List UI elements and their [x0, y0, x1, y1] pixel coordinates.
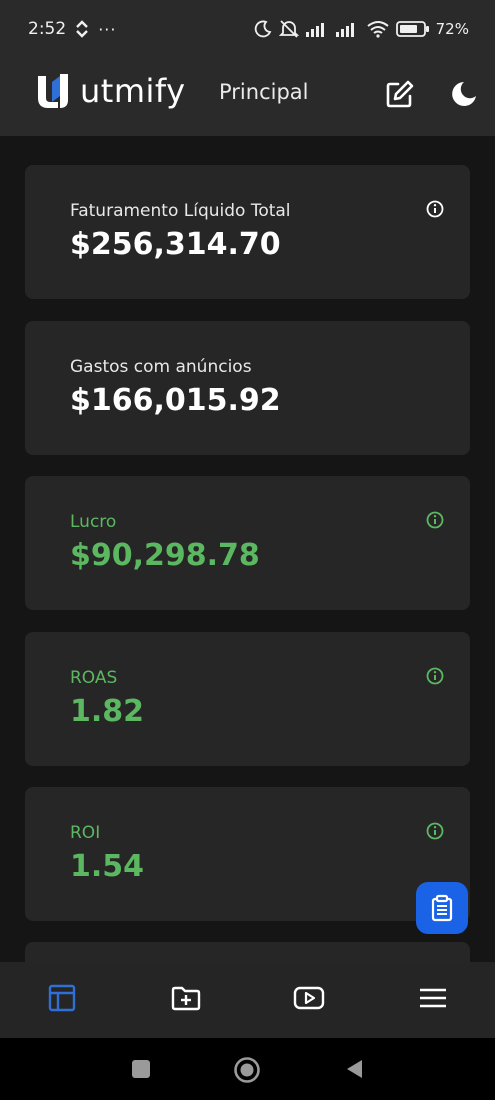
brand-name: utmify	[80, 72, 186, 110]
dnd-moon-icon	[254, 20, 271, 38]
dashboard-content[interactable]: Faturamento Líquido Total $256,314.70 Ga…	[0, 136, 495, 962]
battery-value: 72	[435, 20, 455, 38]
card-partial	[25, 942, 470, 962]
card-label: Faturamento Líquido Total	[70, 201, 291, 221]
system-navigation-bar	[0, 1038, 495, 1100]
card-net-revenue: Faturamento Líquido Total $256,314.70	[25, 165, 470, 299]
battery-icon	[395, 21, 429, 37]
menu-icon[interactable]	[417, 982, 449, 1014]
card-label: Lucro	[70, 512, 117, 532]
battery-percent: 72%	[435, 20, 469, 38]
status-time: 2:52	[28, 19, 67, 39]
info-icon[interactable]	[426, 822, 444, 840]
card-value: $166,015.92	[70, 383, 281, 418]
page-title: Principal	[219, 80, 309, 104]
back-triangle-icon[interactable]	[344, 1058, 366, 1080]
card-roi: ROI 1.54	[25, 787, 470, 921]
card-label: ROAS	[70, 668, 118, 688]
moon-icon[interactable]	[448, 78, 480, 110]
recents-square-icon[interactable]	[130, 1058, 152, 1080]
info-icon[interactable]	[426, 511, 444, 529]
status-right: 72%	[254, 19, 469, 39]
edit-icon[interactable]	[384, 78, 416, 110]
wifi-icon	[367, 21, 389, 38]
mute-icon	[278, 20, 299, 38]
info-icon[interactable]	[426, 200, 444, 218]
home-circle-icon[interactable]	[233, 1056, 261, 1084]
brand-logo[interactable]: utmify	[36, 72, 186, 110]
card-roas: ROAS 1.82	[25, 632, 470, 766]
card-ad-spend: Gastos com anúncios $166,015.92	[25, 321, 470, 455]
folder-plus-icon[interactable]	[170, 982, 202, 1014]
card-label: Gastos com anúncios	[70, 357, 252, 377]
card-profit: Lucro $90,298.78	[25, 476, 470, 610]
bottom-navigation	[0, 962, 495, 1038]
more-notifications-icon: ···	[98, 19, 117, 39]
card-value: $90,298.78	[70, 538, 260, 573]
signal-icon	[305, 23, 324, 37]
card-value: 1.54	[70, 849, 145, 884]
info-icon[interactable]	[426, 667, 444, 685]
signal-icon-2	[335, 23, 354, 37]
clipboard-icon	[431, 894, 453, 922]
status-bar: 2:52 ··· 72%	[0, 0, 495, 58]
dashboard-icon[interactable]	[46, 982, 78, 1014]
video-play-icon[interactable]	[293, 982, 325, 1014]
clipboard-fab-button[interactable]	[416, 882, 468, 934]
sync-icon	[76, 20, 89, 38]
card-value: 1.82	[70, 694, 145, 729]
utmify-logo-icon	[38, 74, 68, 108]
card-label: ROI	[70, 823, 101, 843]
card-value: $256,314.70	[70, 227, 281, 262]
status-left: 2:52 ···	[28, 19, 116, 39]
app-header: utmify Principal	[0, 58, 495, 136]
